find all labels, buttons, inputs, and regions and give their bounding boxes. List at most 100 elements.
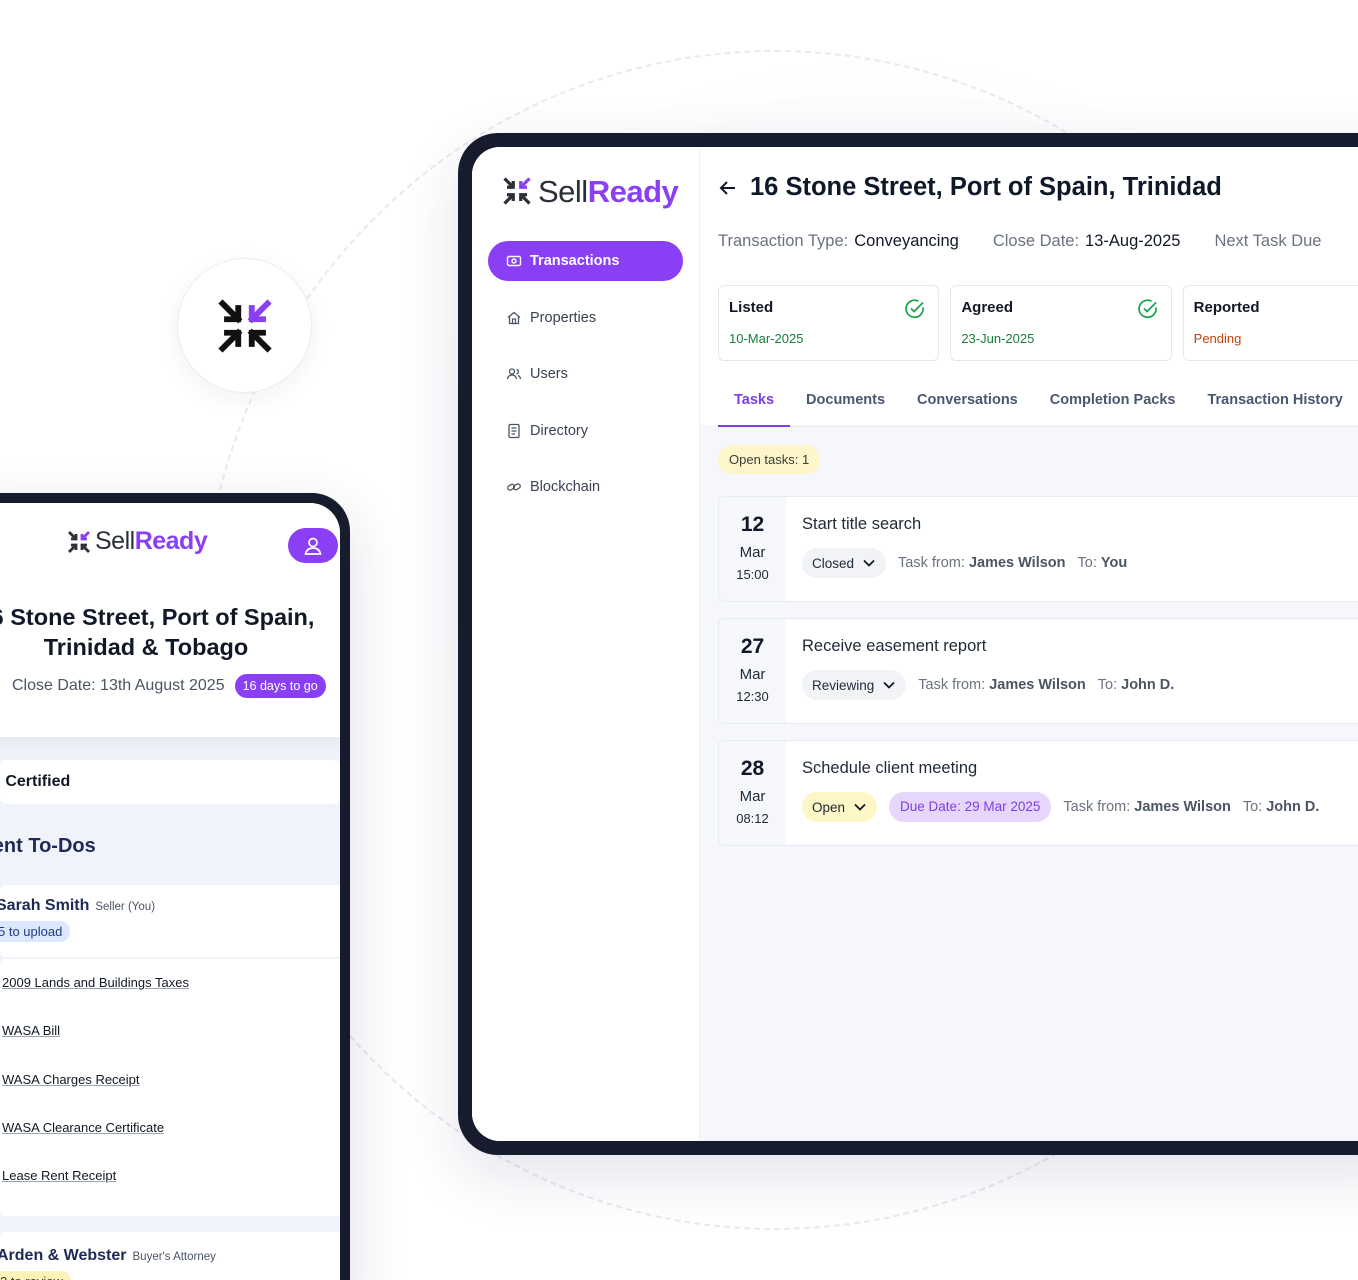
open-tasks-badge: Open tasks: 1 — [718, 445, 821, 474]
phone-logo[interactable]: SellReady — [67, 527, 208, 555]
document-list: 2009 Lands and Buildings Taxes WASA Bill… — [0, 959, 340, 1216]
sidebar: SellReady Transactions Properties Users — [472, 147, 700, 1141]
stage-card-listed: Listed 10-Mar-2025 — [718, 285, 940, 361]
stage-status-card: Stage: Certified — [0, 760, 340, 804]
transaction-type: Transaction Type: Conveyancing — [718, 232, 959, 250]
party-name-row: Arden & Webster Buyer's Attorney — [0, 1247, 216, 1264]
tab-conversations[interactable]: Conversations — [901, 385, 1034, 427]
task-title: Start title search — [802, 515, 922, 533]
users-icon — [506, 368, 522, 380]
phone-device: SellReady 16 Stone Street, Port of Spain… — [0, 493, 350, 1280]
stage-cards: Listed 10-Mar-2025 Agreed 23-Jun-2025 Re… — [718, 285, 1358, 361]
tasks-panel: Open tasks: 1 12 Mar 15:00 Start title s… — [700, 425, 1358, 846]
stage-name: Reported — [1193, 299, 1260, 316]
check-circle-icon — [905, 299, 925, 319]
stage-card-reported: Reported Pending — [1182, 285, 1358, 361]
property-address: 16 Stone Street, Port of Spain, Trinidad… — [0, 602, 340, 662]
back-arrow-icon[interactable] — [718, 178, 738, 198]
document-todos-heading: Document To-Dos — [0, 835, 96, 857]
status-dropdown[interactable]: Open — [802, 792, 878, 822]
stage-date: 10-Mar-2025 — [729, 331, 804, 346]
task-meta: Open Due Date: 29 Mar 2025 Task from: Ja… — [802, 792, 1319, 822]
page-title: 16 Stone Street, Port of Spain, Trinidad — [750, 173, 1222, 201]
sidebar-item-users[interactable]: Users — [488, 354, 683, 394]
task-body: Receive easement report Reviewing Task f… — [786, 619, 1174, 723]
transaction-meta: Transaction Type: Conveyancing Close Date… — [718, 232, 1358, 251]
tab-documents[interactable]: Documents — [790, 385, 901, 427]
task-from: Task from: James Wilson — [898, 555, 1066, 571]
link-icon — [507, 483, 521, 491]
task-to: To: You — [1077, 555, 1128, 571]
tablet-device: SellReady Transactions Properties Users — [458, 133, 1358, 1155]
sidebar-item-label: Transactions — [530, 253, 620, 269]
task-from: Task from: James Wilson — [918, 677, 1086, 693]
document-item[interactable]: WASA Bill — [2, 1007, 340, 1055]
user-icon — [304, 537, 322, 555]
status-dropdown[interactable]: Reviewing — [802, 670, 907, 700]
phone-close-date: Close Date: 13th August 2025 16 days to … — [12, 674, 326, 698]
task-date: 12 Mar 15:00 — [719, 497, 786, 601]
tablet-screen: SellReady Transactions Properties Users — [472, 147, 1358, 1141]
sidebar-nav: Transactions Properties Users Directory — [472, 241, 699, 507]
sellready-mark-icon — [68, 530, 90, 553]
stage-card-agreed: Agreed 23-Jun-2025 — [950, 285, 1172, 361]
task-month: Mar — [739, 666, 766, 683]
tab-completion-packs[interactable]: Completion Packs — [1034, 385, 1192, 427]
sidebar-item-properties[interactable]: Properties — [488, 298, 683, 338]
home-icon — [507, 311, 521, 324]
logo-badge — [177, 258, 312, 393]
sidebar-item-label: Directory — [530, 422, 589, 439]
party-card-attorney[interactable]: Arden & WebsterBuyer's Attorney 2 to rev… — [0, 1232, 340, 1280]
task-date: 27 Mar 12:30 — [719, 619, 786, 723]
transaction-detail: 16 Stone Street, Port of Spain, Trinidad… — [700, 147, 1358, 1141]
task-meta: Reviewing Task from: James Wilson To: Jo… — [802, 670, 1174, 700]
sidebar-item-label: Users — [530, 366, 568, 382]
tab-tasks[interactable]: Tasks — [718, 385, 791, 427]
sidebar-logo[interactable]: SellReady — [472, 173, 699, 209]
party-card-seller[interactable]: Sarah Smith Seller (You) 5 to upload — [0, 885, 340, 957]
brand-name: SellReady — [95, 527, 208, 555]
sidebar-item-blockchain[interactable]: Blockchain — [488, 467, 683, 507]
document-item[interactable]: 2009 Lands and Buildings Taxes — [2, 959, 340, 1007]
task-day: 12 — [740, 513, 765, 536]
task-to: To: John D. — [1097, 677, 1175, 693]
close-date: Close Date: 13-Aug-2025 — [992, 232, 1181, 250]
task-body: Schedule client meeting Open Due Date: 2… — [786, 741, 1319, 845]
task-meta: Closed Task from: James Wilson To: You — [802, 548, 1127, 578]
task-time: 12:30 — [736, 689, 769, 704]
document-item[interactable]: WASA Clearance Certificate — [2, 1104, 340, 1152]
task-day: 27 — [740, 635, 765, 658]
profile-button[interactable] — [288, 528, 338, 563]
status-dropdown[interactable]: Closed — [802, 548, 887, 578]
task-card[interactable]: 28 Mar 08:12 Schedule client meeting Ope… — [718, 740, 1358, 846]
document-item[interactable]: WASA Charges Receipt — [2, 1056, 340, 1104]
address-line-1: 16 Stone Street, Port of Spain, — [0, 604, 315, 630]
sidebar-item-label: Blockchain — [530, 479, 601, 495]
close-date-text: Close Date: 13th August 2025 — [12, 677, 225, 694]
task-time: 08:12 — [736, 811, 769, 826]
tab-transaction-history[interactable]: Transaction History — [1191, 385, 1358, 427]
sellready-mark-icon — [217, 298, 272, 353]
transaction-header: 16 Stone Street, Port of Spain, Trinidad… — [700, 147, 1358, 427]
document-item[interactable]: Lease Rent Receipt — [2, 1152, 340, 1200]
task-to: To: John D. — [1242, 799, 1320, 815]
page-title-row: 16 Stone Street, Port of Spain, Trinidad — [718, 173, 1358, 202]
task-from: Task from: James Wilson — [1063, 799, 1231, 815]
due-date-badge: Due Date: 29 Mar 2025 — [889, 792, 1052, 822]
task-month: Mar — [739, 544, 766, 561]
sidebar-item-directory[interactable]: Directory — [488, 411, 683, 451]
task-time: 15:00 — [736, 567, 769, 582]
chevron-down-icon — [883, 681, 895, 689]
phone-screen: SellReady 16 Stone Street, Port of Spain… — [0, 503, 340, 1280]
sidebar-item-transactions[interactable]: Transactions — [488, 241, 683, 281]
task-card[interactable]: 27 Mar 12:30 Receive easement report Rev… — [718, 618, 1358, 724]
brand-name: SellReady — [538, 173, 679, 209]
task-body: Start title search Closed Task from: Jam… — [786, 497, 1127, 601]
sidebar-item-label: Properties — [530, 309, 597, 326]
days-to-go-badge: 16 days to go — [234, 674, 326, 698]
task-date: 28 Mar 08:12 — [719, 741, 786, 845]
task-card[interactable]: 12 Mar 15:00 Start title search Closed T… — [718, 496, 1358, 602]
sellready-mark-icon — [503, 177, 531, 205]
task-title: Receive easement report — [802, 637, 987, 655]
directory-icon — [508, 423, 520, 438]
